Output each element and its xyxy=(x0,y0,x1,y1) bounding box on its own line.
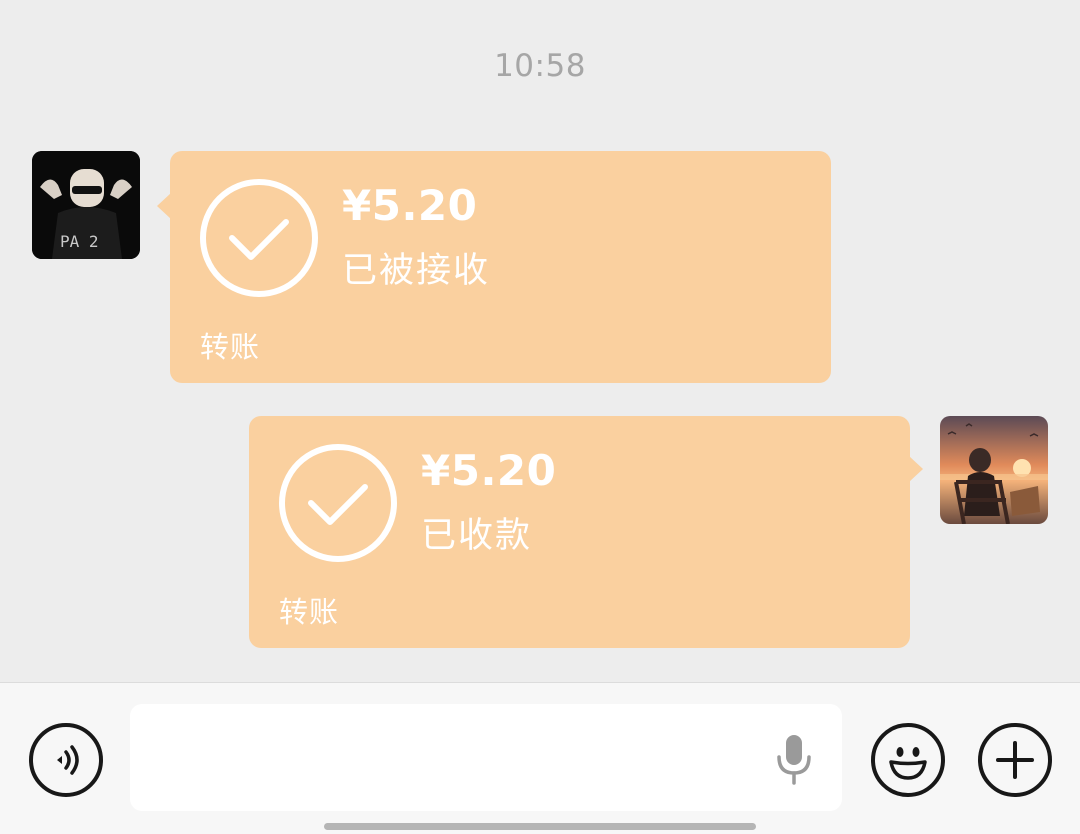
transfer-card-collected[interactable]: ¥5.20 已收款 转账 xyxy=(249,416,923,648)
message-timestamp: 10:58 xyxy=(494,48,586,84)
voice-icon xyxy=(57,745,79,775)
bubble-tail xyxy=(157,193,171,219)
emoji-button[interactable] xyxy=(871,723,945,797)
bubble-tail xyxy=(909,456,923,482)
user-avatar[interactable] xyxy=(940,416,1048,524)
transfer-label: 转账 xyxy=(200,330,261,364)
message-input[interactable] xyxy=(130,704,842,811)
check-circle-icon xyxy=(200,179,318,297)
voice-mode-button[interactable] xyxy=(29,723,103,797)
home-indicator xyxy=(324,823,756,830)
microphone-icon[interactable] xyxy=(774,733,814,785)
avatar-sunset-scene-image xyxy=(940,416,1048,524)
chat-area: 10:58 PA 2 ¥5.20 已被接收 转账 ¥5.20 已收款 转账 xyxy=(0,0,1080,682)
avatar-dark-figure-image: PA 2 xyxy=(32,151,140,259)
transfer-status: 已收款 xyxy=(421,516,533,556)
input-toolbar xyxy=(0,683,1080,834)
svg-text:PA 2: PA 2 xyxy=(60,232,99,251)
transfer-amount: ¥5.20 xyxy=(342,181,478,230)
transfer-card-received[interactable]: ¥5.20 已被接收 转账 xyxy=(157,151,831,383)
emoji-icon xyxy=(889,747,927,780)
transfer-status: 已被接收 xyxy=(342,251,491,291)
sender-avatar[interactable]: PA 2 xyxy=(32,151,140,259)
more-actions-button[interactable] xyxy=(978,723,1052,797)
transfer-label: 转账 xyxy=(279,595,340,629)
transfer-amount: ¥5.20 xyxy=(421,446,557,495)
check-circle-icon xyxy=(279,444,397,562)
plus-icon xyxy=(996,741,1034,779)
